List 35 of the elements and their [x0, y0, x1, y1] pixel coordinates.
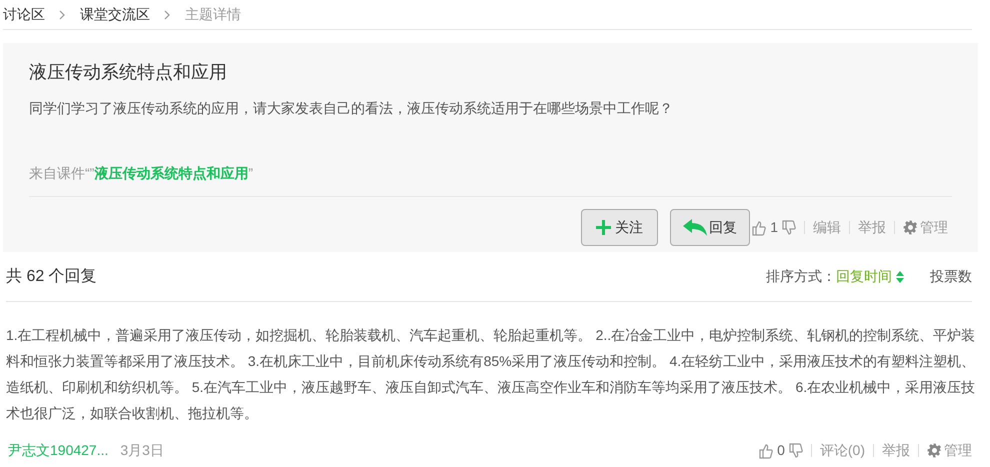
- manage-link[interactable]: 管理: [903, 217, 948, 238]
- source-link[interactable]: 液压传动系统特点和应用: [94, 165, 248, 181]
- breadcrumb-link[interactable]: 主题详情: [185, 4, 241, 25]
- plus-icon: [596, 220, 612, 235]
- action-link[interactable]: 编辑: [813, 217, 841, 238]
- manage-link[interactable]: 管理: [927, 440, 972, 461]
- gear-icon: [927, 443, 942, 458]
- breadcrumb-link[interactable]: 课堂交流区: [80, 4, 150, 25]
- thumbs-up-icon[interactable]: [759, 442, 774, 458]
- sort-option[interactable]: 投票数: [930, 266, 972, 287]
- chevron-right-icon: [164, 10, 171, 20]
- gear-icon: [903, 220, 918, 235]
- author-link[interactable]: 尹志文190427...: [8, 440, 108, 461]
- source-text: 来自课件“”液压传动系统特点和应用”: [29, 164, 254, 183]
- like-count: 0: [777, 441, 785, 460]
- reply-button[interactable]: 回复: [670, 209, 750, 246]
- chevron-right-icon: [59, 10, 66, 20]
- thumbs-up-icon[interactable]: [752, 220, 766, 236]
- topic-title: 液压传动系统特点和应用: [29, 61, 228, 84]
- action-link[interactable]: 举报: [858, 217, 886, 238]
- sort-label: 排序方式：: [766, 267, 836, 286]
- topic-body: 同学们学习了液压传动系统的应用，请大家发表自己的看法，液压传动系统适用于在哪些场景中工作呢？: [29, 99, 674, 118]
- like-count: 1: [770, 218, 778, 237]
- follow-button[interactable]: 关注: [581, 209, 658, 246]
- sort-icon: [896, 270, 904, 282]
- action-link[interactable]: 评论(0): [820, 440, 865, 461]
- thumbs-down-icon[interactable]: [782, 220, 796, 236]
- action-link[interactable]: 举报: [882, 440, 910, 461]
- breadcrumb-link[interactable]: 讨论区: [3, 4, 45, 25]
- reply-count: 共 62 个回复: [6, 266, 97, 286]
- thumbs-down-icon[interactable]: [788, 442, 803, 458]
- reply-date: 3月3日: [120, 441, 164, 460]
- reply-text: 1.在工程机械中，普遍采用了液压传动，如挖掘机、轮胎装载机、汽车起重机、轮胎起重机等。 2..在冶金工业中，电炉控制系统、轧钢机的控制系统、平炉装料和恒张力装置等都采用了液压技术。 3.在机床工业中，目前机床传动系统有85%采用了液压传动和控制。 4.在轻纺工业中，采用液压技术的有塑料注塑机、造纸机、印刷机和纺织机等。 5.在汽车工业中，液压越野车、液压自卸式汽车、液压高空作业车和消防车等均采用了液压技术。 6.在农业机械中，采用液压技术也很广泛，如联合收割机、拖拉机等。: [6, 326, 976, 423]
- sort-option[interactable]: 回复时间: [836, 266, 904, 287]
- reply-arrow-icon: [683, 218, 708, 236]
